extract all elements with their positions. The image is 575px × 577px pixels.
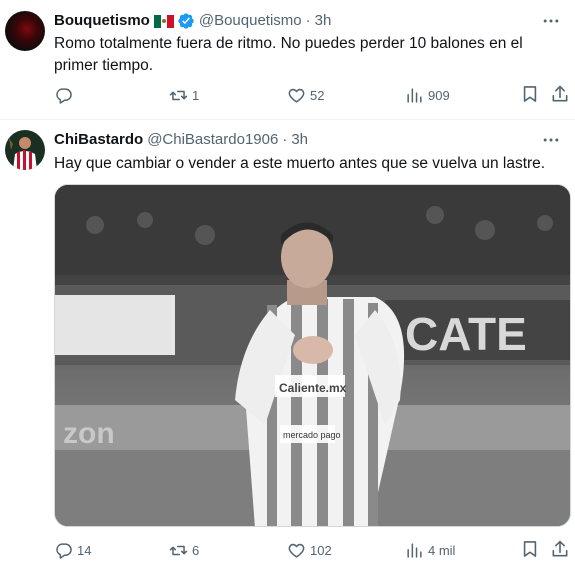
repost-icon [169, 90, 188, 100]
jersey-sponsor-text-2: mercado pago [283, 430, 341, 440]
bookmark-icon[interactable] [520, 539, 540, 559]
player-photo: CATE zon Caliente.mx mercado pago [55, 185, 570, 526]
jersey-sponsor-text: Caliente.mx [279, 381, 347, 395]
repost-button[interactable]: 1 [169, 84, 199, 106]
mexico-flag-icon [153, 14, 174, 28]
reply-icon [56, 87, 72, 104]
tweet-text: Romo totalmente fuera de ritmo. No puede… [54, 35, 523, 74]
timestamp[interactable]: 3h [315, 11, 332, 31]
heart-icon [288, 88, 305, 103]
display-name[interactable]: Bouquetismo [54, 11, 150, 31]
user-handle[interactable]: @Bouquetismo [199, 11, 302, 31]
reply-button[interactable] [54, 84, 77, 106]
tweet-1[interactable]: Bouquetismo @Bouquetismo · 3h Romo total… [0, 0, 575, 120]
view-count: 4 mil [428, 542, 456, 558]
timestamp[interactable]: 3h [291, 130, 308, 150]
tweet-header: ChiBastardo @ChiBastardo1906 · 3h [54, 130, 308, 150]
separator-dot: · [305, 12, 311, 29]
avatar[interactable] [5, 130, 45, 170]
like-count: 52 [310, 87, 325, 103]
analytics-icon [407, 87, 422, 103]
views-button[interactable]: 4 mil [405, 539, 455, 561]
user-handle[interactable]: @ChiBastardo1906 [147, 130, 278, 150]
like-button[interactable]: 52 [287, 84, 324, 106]
verified-badge-icon [178, 13, 194, 29]
analytics-icon [407, 542, 422, 558]
view-count: 909 [428, 87, 450, 103]
more-options-icon[interactable] [541, 11, 561, 31]
share-icon[interactable] [550, 539, 570, 559]
avatar-image [5, 130, 45, 170]
tweet-text: Hay que cambiar o vender a este muerto a… [54, 155, 546, 172]
repost-count: 1 [192, 87, 200, 103]
like-count: 102 [310, 542, 332, 558]
tweet-header: Bouquetismo @Bouquetismo · 3h [54, 11, 331, 31]
repost-count: 6 [192, 542, 200, 558]
action-bar: 1 52 909 [54, 84, 569, 106]
reply-icon [56, 542, 72, 559]
like-button[interactable]: 102 [287, 539, 332, 561]
tweet-photo[interactable]: CATE zon Caliente.mx mercado pago [54, 184, 571, 527]
ad-board-text: CATE [405, 308, 527, 360]
action-bar: 14 6 102 4 mil [54, 539, 569, 561]
bookmark-icon[interactable] [520, 84, 540, 104]
ad-board-text-2: zon [63, 417, 115, 450]
repost-icon [169, 545, 188, 555]
display-name[interactable]: ChiBastardo [54, 130, 143, 150]
more-options-icon[interactable] [541, 130, 561, 150]
reply-button[interactable]: 14 [54, 539, 91, 561]
separator-dot: · [282, 131, 288, 148]
share-icon[interactable] [550, 84, 570, 104]
avatar[interactable] [5, 11, 45, 51]
repost-button[interactable]: 6 [169, 539, 199, 561]
reply-count: 14 [77, 542, 92, 558]
heart-icon [288, 543, 305, 558]
views-button[interactable]: 909 [405, 84, 450, 106]
